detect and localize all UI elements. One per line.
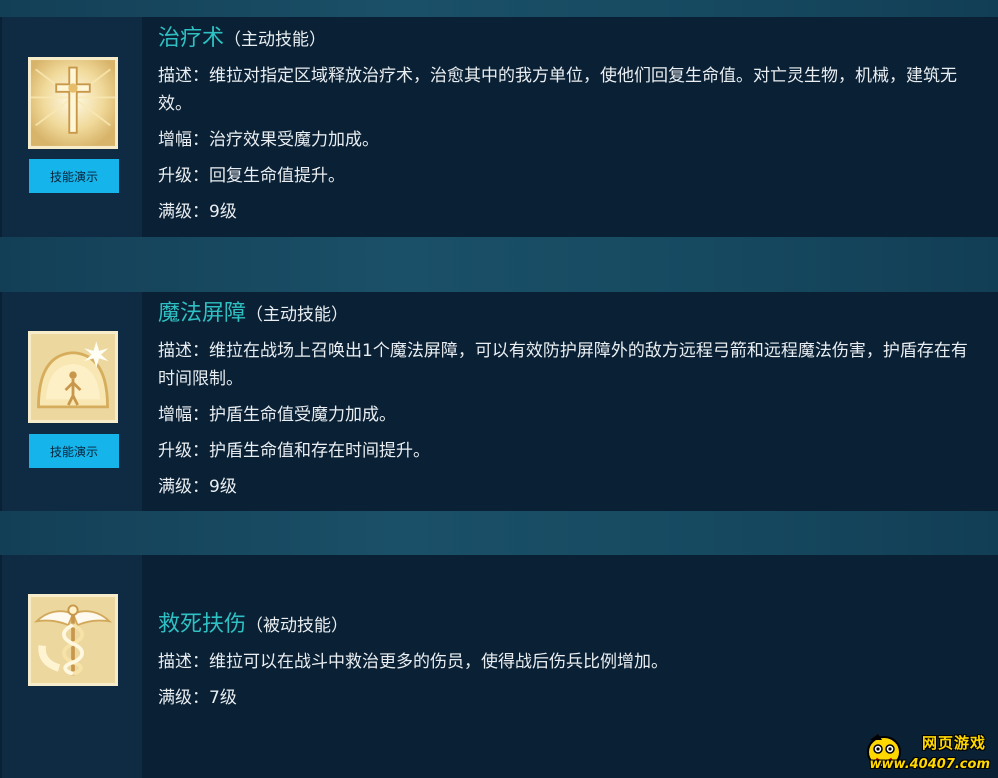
- skill-upgrade: 升级：回复生命值提升。: [158, 166, 345, 186]
- skill-text: 魔法屏障（主动技能） 描述：维拉在战场上召唤出1个魔法屏障，可以有效防护屏障外的…: [158, 300, 980, 501]
- skill-kind: （主动技能）: [246, 305, 349, 325]
- skill-kind: （主动技能）: [224, 30, 327, 50]
- skill-name: 救死扶伤: [158, 612, 247, 637]
- watermark-title: 网页游戏: [921, 734, 986, 752]
- skill-title: 魔法屏障（主动技能）: [158, 300, 980, 329]
- skill-card: 技能演示 治疗术（主动技能） 描述：维拉对指定区域释放治疗术，治愈其中的我方单位…: [0, 17, 998, 237]
- holy-cross-icon: [28, 57, 118, 149]
- skill-demo-button[interactable]: 技能演示: [29, 434, 119, 468]
- caduceus-icon: [28, 594, 118, 686]
- skill-description: 描述：维拉可以在战斗中救治更多的伤员，使得战后伤兵比例增加。: [158, 652, 668, 672]
- skill-name: 治疗术: [158, 26, 225, 51]
- skill-card: 技能演示 魔法屏障（主动技能） 描述：维拉在战场上召唤出1个魔法屏障，可以有效防…: [0, 292, 998, 511]
- section-divider: [0, 0, 998, 17]
- magic-barrier-icon: [28, 331, 118, 423]
- skill-description: 描述：维拉在战场上召唤出1个魔法屏障，可以有效防护屏障外的敌方远程弓箭和远程魔法…: [158, 341, 968, 389]
- skill-upgrade: 升级：护盾生命值和存在时间提升。: [158, 441, 430, 461]
- skill-boost: 增幅：治疗效果受魔力加成。: [158, 130, 379, 150]
- skill-text: 救死扶伤（被动技能） 描述：维拉可以在战斗中救治更多的伤员，使得战后伤兵比例增加…: [158, 611, 980, 712]
- skill-icon-panel: 技能演示: [2, 17, 142, 237]
- skill-title: 救死扶伤（被动技能）: [158, 611, 980, 640]
- skill-max-level: 满级：9级: [158, 477, 237, 497]
- skill-description: 描述：维拉对指定区域释放治疗术，治愈其中的我方单位，使他们回复生命值。对亡灵生物…: [158, 66, 957, 114]
- skill-title: 治疗术（主动技能）: [158, 25, 980, 54]
- skill-max-level: 满级：7级: [158, 688, 237, 708]
- skill-kind: （被动技能）: [246, 616, 349, 636]
- skill-icon-panel: 技能演示: [2, 292, 142, 511]
- skill-icon-panel: [2, 555, 142, 778]
- skill-name: 魔法屏障: [158, 301, 247, 326]
- skill-demo-button[interactable]: 技能演示: [29, 159, 119, 193]
- section-divider: [0, 237, 998, 292]
- skill-card: 救死扶伤（被动技能） 描述：维拉可以在战斗中救治更多的伤员，使得战后伤兵比例增加…: [0, 555, 998, 778]
- skill-text: 治疗术（主动技能） 描述：维拉对指定区域释放治疗术，治愈其中的我方单位，使他们回…: [158, 25, 980, 226]
- section-divider: [0, 511, 998, 555]
- site-watermark-logo: 网页游戏 www.40407.com: [864, 730, 992, 774]
- skill-max-level: 满级：9级: [158, 202, 237, 222]
- skill-boost: 增幅：护盾生命值受魔力加成。: [158, 405, 396, 425]
- watermark-url: www.40407.com: [869, 757, 991, 772]
